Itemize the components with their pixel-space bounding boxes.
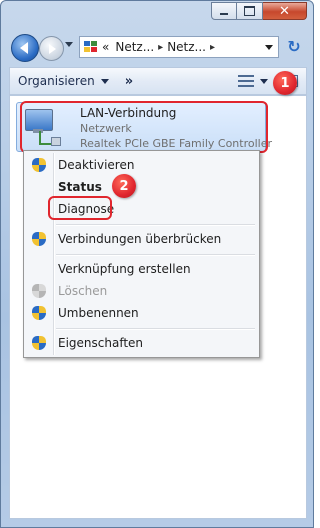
- menu-item-status[interactable]: Status: [26, 176, 257, 198]
- address-overflow[interactable]: «: [102, 40, 109, 54]
- chevron-down-icon: [100, 78, 109, 84]
- menu-item-eigenschaften[interactable]: Eigenschaften: [26, 332, 257, 354]
- refresh-button[interactable]: ↻: [285, 38, 303, 56]
- organize-button[interactable]: Organisieren: [10, 68, 117, 94]
- breadcrumb-separator[interactable]: ▸: [210, 42, 215, 53]
- menu-item-verknuepfung-erstellen[interactable]: Verknüpfung erstellen: [26, 258, 257, 280]
- step-badge-2: 2: [112, 174, 136, 198]
- menu-item-label: Verknüpfung erstellen: [58, 262, 191, 276]
- organize-label: Organisieren: [18, 74, 95, 88]
- window-controls: ✕: [211, 2, 307, 20]
- more-commands-button[interactable]: »: [117, 68, 141, 94]
- menu-item-label: Löschen: [58, 284, 108, 298]
- maximize-icon: [244, 6, 255, 16]
- maximize-button[interactable]: [237, 2, 263, 20]
- menu-item-label: Umbenennen: [58, 306, 139, 320]
- recent-pages-dropdown[interactable]: [65, 42, 73, 47]
- chevron-down-icon: [260, 78, 268, 84]
- highlight-box-connection: [20, 101, 268, 153]
- close-button[interactable]: ✕: [263, 2, 307, 20]
- forward-arrow-icon: [49, 43, 56, 54]
- navigation-bar: « Netz... ▸ Netz... ▸ ↻: [9, 32, 307, 62]
- uac-shield-icon: [32, 336, 46, 351]
- view-list-icon: [238, 75, 254, 87]
- forward-button[interactable]: [39, 36, 64, 61]
- change-view-button[interactable]: [230, 68, 276, 94]
- menu-item-deaktivieren[interactable]: Deaktivieren: [26, 154, 257, 176]
- menu-item-label: Eigenschaften: [58, 336, 144, 350]
- uac-shield-icon: [32, 306, 46, 321]
- step-badge-1: 1: [273, 71, 297, 95]
- menu-item-umbenennen[interactable]: Umbenennen: [26, 302, 257, 324]
- context-menu: Deaktivieren Status Diagnose Verbindunge…: [23, 150, 260, 358]
- breadcrumb-connections[interactable]: Netz...: [167, 40, 206, 54]
- uac-shield-icon: [32, 284, 46, 299]
- menu-item-loeschen: Löschen: [26, 280, 257, 302]
- minimize-button[interactable]: [211, 2, 237, 20]
- breadcrumb-separator[interactable]: ▸: [158, 42, 163, 53]
- menu-item-label: Deaktivieren: [58, 158, 135, 172]
- uac-shield-icon: [32, 158, 46, 173]
- uac-shield-icon: [32, 232, 46, 247]
- control-panel-icon: [84, 41, 98, 53]
- address-bar[interactable]: « Netz... ▸ Netz... ▸: [79, 36, 279, 58]
- back-arrow-icon: [20, 42, 28, 54]
- command-bar: Organisieren »: [9, 67, 307, 95]
- menu-separator: [56, 224, 255, 226]
- address-dropdown-icon[interactable]: [265, 44, 273, 50]
- minimize-icon: [220, 13, 228, 15]
- back-button[interactable]: [11, 34, 39, 62]
- menu-separator: [56, 328, 255, 330]
- breadcrumb-network[interactable]: Netz...: [115, 40, 154, 54]
- menu-separator: [56, 254, 255, 256]
- menu-item-verbindungen-ueberbruecken[interactable]: Verbindungen überbrücken: [26, 228, 257, 250]
- menu-item-label: Status: [58, 180, 102, 194]
- highlight-box-diagnose: [48, 196, 112, 220]
- menu-item-label: Verbindungen überbrücken: [58, 232, 222, 246]
- close-icon: ✕: [279, 3, 290, 19]
